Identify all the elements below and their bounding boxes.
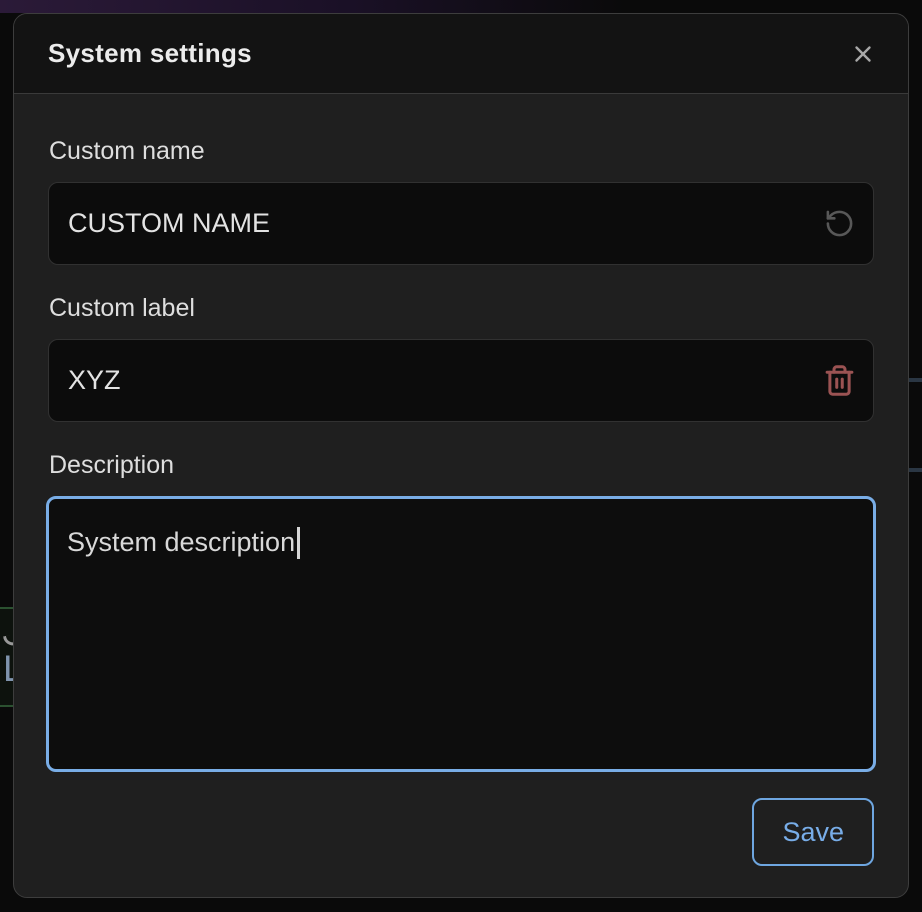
dialog-body: Custom name Custom label <box>14 94 908 897</box>
close-icon <box>850 41 876 67</box>
text-cursor <box>297 527 300 559</box>
system-settings-dialog: System settings Custom name Custom label <box>13 13 909 898</box>
save-button[interactable]: Save <box>752 798 874 866</box>
reset-custom-name-button[interactable] <box>816 201 862 247</box>
description-textarea[interactable]: System description <box>46 496 876 772</box>
dialog-title: System settings <box>48 38 252 69</box>
delete-custom-label-button[interactable] <box>816 358 862 404</box>
custom-label-label: Custom label <box>49 293 874 323</box>
custom-name-field <box>48 182 874 265</box>
custom-name-label: Custom name <box>49 136 874 166</box>
backdrop-curve-glyph <box>3 634 13 647</box>
backdrop-partial-letter: L <box>3 650 13 687</box>
rotate-ccw-icon <box>824 208 855 239</box>
custom-label-input[interactable] <box>48 339 874 422</box>
description-text: System description <box>67 527 295 557</box>
dialog-footer: Save <box>48 798 874 866</box>
trash-icon <box>823 364 856 397</box>
close-button[interactable] <box>844 35 882 73</box>
description-label: Description <box>49 450 874 480</box>
dialog-header: System settings <box>14 14 908 94</box>
backdrop-right-divider <box>908 468 922 472</box>
backdrop-top-glow <box>0 0 922 13</box>
backdrop-clipped-panel: L <box>0 607 13 707</box>
backdrop-right-divider <box>908 378 922 382</box>
custom-label-field <box>48 339 874 422</box>
custom-name-input[interactable] <box>48 182 874 265</box>
